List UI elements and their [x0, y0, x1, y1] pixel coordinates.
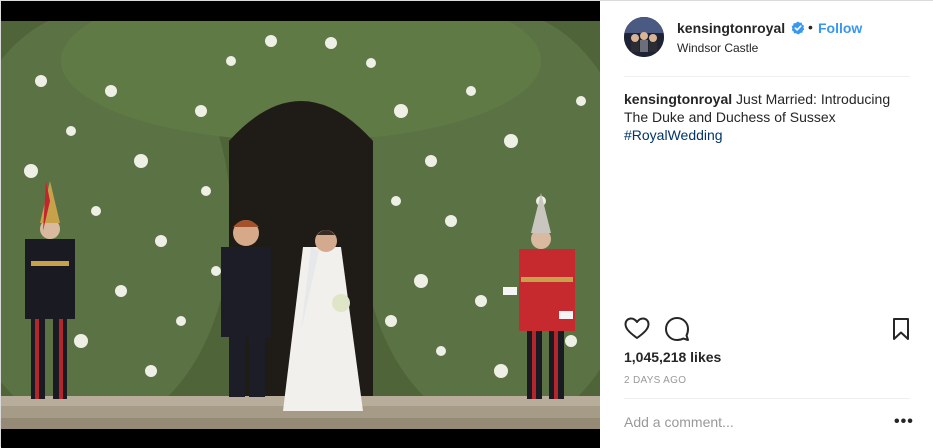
- location-link[interactable]: Windsor Castle: [677, 41, 758, 55]
- likes-count[interactable]: 1,045,218 likes: [624, 349, 721, 365]
- header-divider: [624, 76, 910, 77]
- instagram-post: kensingtonroyal • Follow Windsor Castle …: [0, 0, 933, 448]
- caption-username[interactable]: kensingtonroyal: [624, 91, 732, 107]
- post-caption: kensingtonroyal Just Married: Introducin…: [624, 90, 914, 144]
- post-header: kensingtonroyal • Follow Windsor Castle: [600, 1, 933, 77]
- post-timestamp[interactable]: 2 DAYS AGO: [624, 375, 686, 386]
- hashtag-link[interactable]: #RoyalWedding: [624, 127, 723, 143]
- separator-dot: •: [808, 19, 813, 35]
- verified-badge-icon: [791, 21, 805, 35]
- post-side-panel: kensingtonroyal • Follow Windsor Castle …: [600, 1, 933, 448]
- comment-icon[interactable]: [664, 316, 690, 342]
- post-photo-frame: [1, 1, 600, 448]
- follow-button[interactable]: Follow: [818, 20, 862, 36]
- bookmark-icon[interactable]: [888, 316, 914, 342]
- post-photo[interactable]: [1, 21, 600, 429]
- action-bar: [624, 316, 910, 342]
- username-link[interactable]: kensingtonroyal: [677, 20, 785, 36]
- heart-icon[interactable]: [624, 316, 650, 342]
- comment-divider: [624, 398, 910, 399]
- avatar[interactable]: [624, 17, 664, 57]
- more-options-button[interactable]: •••: [894, 413, 914, 431]
- comment-input[interactable]: [624, 411, 874, 433]
